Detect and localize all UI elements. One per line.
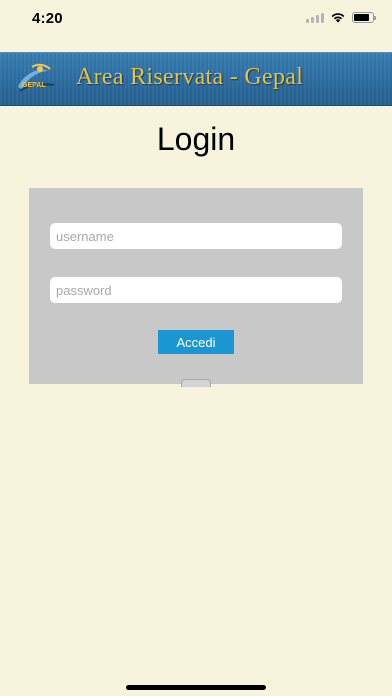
- status-icons: [306, 11, 376, 23]
- resize-handle: [181, 379, 211, 387]
- page-title: Login: [156, 121, 236, 157]
- signal-icon: [306, 12, 324, 23]
- status-bar: 4:20: [0, 0, 392, 40]
- banner-title: Area Riservata - Gepal: [76, 64, 304, 90]
- wifi-icon: [331, 13, 345, 23]
- username-input[interactable]: [50, 223, 342, 249]
- header-banner: GEPAL Area Riservata - Gepal: [0, 52, 392, 106]
- home-indicator[interactable]: [126, 685, 266, 690]
- battery-icon: [352, 11, 376, 23]
- password-input[interactable]: [50, 277, 342, 303]
- login-form: Accedi: [29, 188, 363, 387]
- gepal-logo-icon: [18, 63, 55, 92]
- login-button[interactable]: Accedi: [158, 330, 234, 354]
- status-time: 4:20: [32, 10, 63, 27]
- logo-text: GEPAL: [22, 82, 46, 89]
